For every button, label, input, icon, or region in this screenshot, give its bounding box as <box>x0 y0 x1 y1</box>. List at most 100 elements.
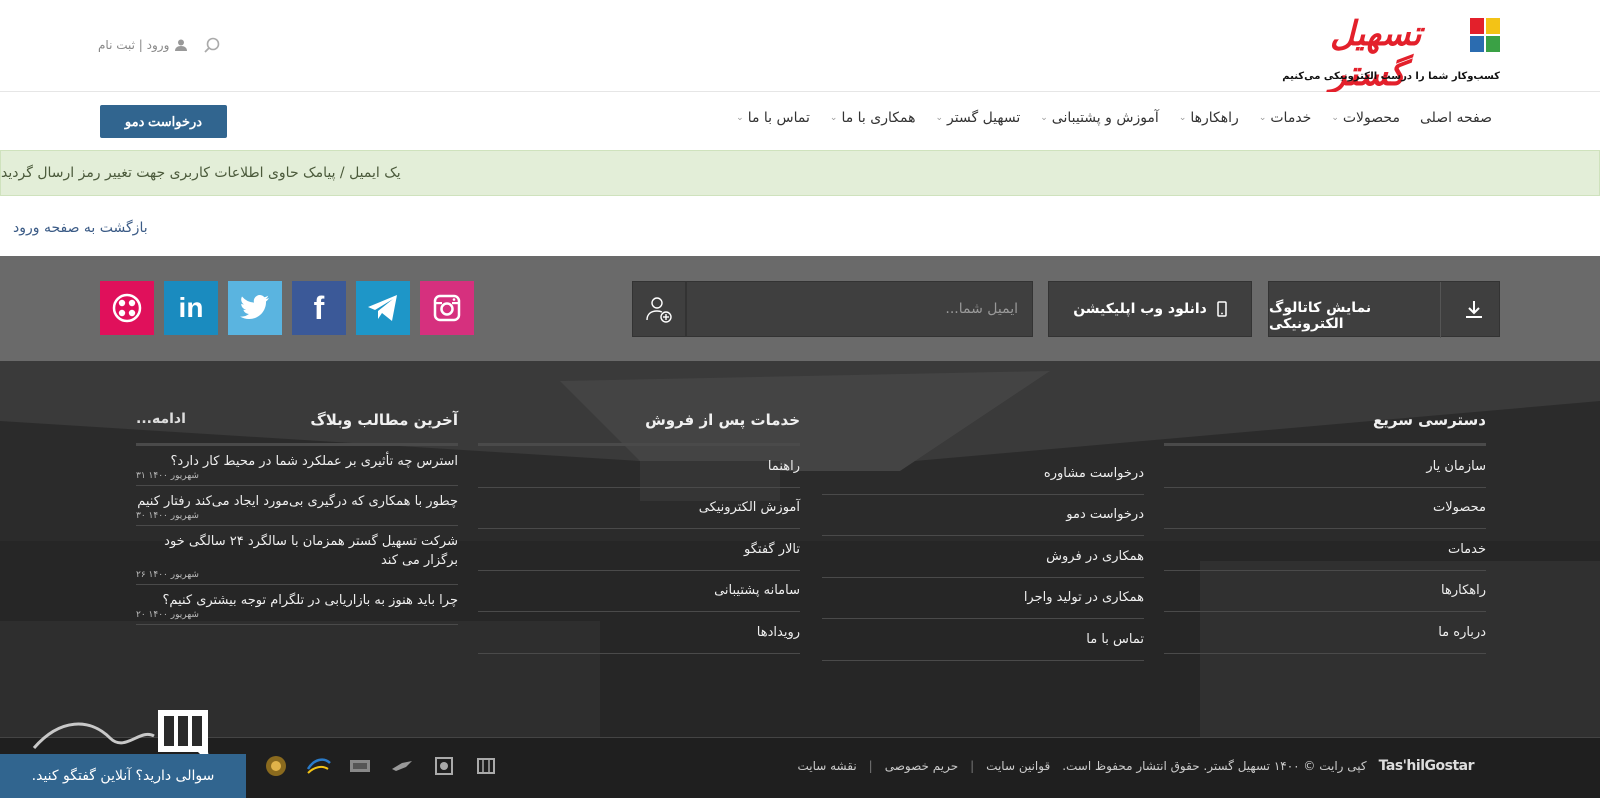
main-nav: صفحه اصلی محصولات ⌄ خدمات ⌄ راهکارها ⌄ آموز… <box>0 92 1600 148</box>
logo-tagline: کسب‌وکار شما را درست الکترونیکی می‌کنیم <box>1282 71 1500 82</box>
blog-post[interactable]: شرکت تسهیل گستر همزمان با سالگرد ۲۴ سالگ… <box>136 526 458 585</box>
footer-link[interactable]: خدمات <box>1164 529 1486 571</box>
trust-badges <box>262 752 500 780</box>
request-demo-button[interactable]: درخواست دمو <box>100 105 227 138</box>
footer-link[interactable]: سامانه پشتیبانی <box>478 571 800 612</box>
chevron-down-icon: ⌄ <box>1258 113 1267 123</box>
search-icon[interactable] <box>203 36 221 54</box>
footer-link[interactable]: راهنما <box>478 446 800 488</box>
aparat-link[interactable] <box>100 281 154 335</box>
footer-brand: Tas'hilGostar <box>1378 758 1475 774</box>
nav-item-home[interactable]: صفحه اصلی <box>1420 110 1492 126</box>
nav-item-solutions[interactable]: راهکارها ⌄ <box>1179 110 1239 126</box>
footer-link[interactable]: همکاری در فروش <box>822 536 1144 578</box>
badge-icon[interactable] <box>472 752 500 780</box>
copyright-text: کپی رایت © ۱۴۰۰ تسهیل گستر. حقوق انتشار … <box>1062 759 1367 773</box>
login-register-link[interactable]: ورود | ثبت نام <box>98 38 169 52</box>
add-user-icon <box>646 297 672 323</box>
linkedin-icon: in <box>178 292 204 323</box>
instagram-icon <box>433 294 461 322</box>
chevron-down-icon: ⌄ <box>935 113 944 123</box>
blog-post-title[interactable]: شرکت تسهیل گستر همزمان با سالگرد ۲۴ سالگ… <box>136 532 458 570</box>
blog-post-date: ۳۰ شهریور ۱۴۰۰ <box>136 511 199 521</box>
footer-link[interactable]: تماس با ما <box>822 619 1144 661</box>
footer-link[interactable]: درخواست دمو <box>822 495 1144 536</box>
chevron-down-icon: ⌄ <box>736 113 744 123</box>
footer-link[interactable]: راهکارها <box>1164 571 1486 612</box>
facebook-icon: f <box>313 289 325 326</box>
footer-actions-strip: نمایش کاتالوگ الکترونیکی دانلود وب اپلیک… <box>0 256 1600 361</box>
footer-link[interactable]: تالار گفتگو <box>478 529 800 571</box>
footer-link[interactable]: محصولات <box>1164 488 1486 529</box>
blog-post-title[interactable]: استرس چه تأثیری بر عملکرد شما در محیط کا… <box>136 452 459 471</box>
footer-link[interactable]: سازمان یار <box>1164 446 1486 488</box>
site-logo[interactable]: تسهیل گستر کسب‌وکار شما را درست الکترونی… <box>1282 14 1500 94</box>
footer-quick-access-2: درخواست مشاوره درخواست دمو همکاری در فرو… <box>822 453 1144 661</box>
footer-main: دسترسی سریع سازمان یار محصولات خدمات راه… <box>0 361 1600 737</box>
footer-link[interactable]: همکاری در تولید واجرا <box>822 578 1144 619</box>
footer-link[interactable]: آموزش الکترونیکی <box>478 488 800 529</box>
blog-post-title[interactable]: چرا باید هنوز به بازاریابی در تلگرام توج… <box>136 591 458 610</box>
badge-icon[interactable] <box>262 752 290 780</box>
email-input[interactable] <box>686 281 1033 337</box>
blog-post-date: ۲۰ شهریور ۱۴۰۰ <box>136 610 199 620</box>
footer-link[interactable]: درخواست مشاوره <box>822 453 1144 495</box>
blog-post-title[interactable]: چطور با همکاری که درگیری بی‌مورد ایجاد م… <box>136 492 458 511</box>
badge-icon[interactable] <box>346 752 374 780</box>
twitter-icon <box>240 295 269 320</box>
blog-post-date: ۲۶ شهریور ۱۴۰۰ <box>136 570 199 580</box>
catalog-button[interactable]: نمایش کاتالوگ الکترونیکی <box>1268 281 1500 338</box>
privacy-link[interactable]: حریم خصوصی <box>885 759 958 773</box>
success-alert: یک ایمیل / پیامک حاوی اطلاعات کاربری جهت… <box>0 150 1600 196</box>
logo-text: تسهیل گستر <box>1330 14 1422 94</box>
live-chat-label: سوالی دارید؟ آنلاین گفتگو کنید. <box>31 768 215 784</box>
twitter-link[interactable] <box>228 281 282 335</box>
social-links: in f <box>100 281 474 335</box>
badge-icon[interactable] <box>388 752 416 780</box>
site-rules-link[interactable]: قوانین سایت <box>986 759 1050 773</box>
nav-item-cooperation[interactable]: همکاری با ما ⌄ <box>830 110 916 126</box>
alert-message: یک ایمیل / پیامک حاوی اطلاعات کاربری جهت… <box>1 165 401 181</box>
download-app-button[interactable]: دانلود وب اپلیکیشن <box>1048 281 1252 337</box>
telegram-link[interactable] <box>356 281 410 335</box>
footer-blog: آخرین مطالب وبلاگ ادامه... استرس چه تأثی… <box>136 411 458 625</box>
top-header: تسهیل گستر کسب‌وکار شما را درست الکترونی… <box>0 0 1600 94</box>
chevron-down-icon: ⌄ <box>1331 113 1339 123</box>
live-chat-button[interactable]: سوالی دارید؟ آنلاین گفتگو کنید. <box>0 754 246 798</box>
nav-item-support[interactable]: آموزش و پشتیبانی ⌄ <box>1040 110 1159 126</box>
sitemap-link[interactable]: نقشه سایت <box>797 759 856 773</box>
mobile-icon <box>1217 301 1227 317</box>
blog-title: آخرین مطالب وبلاگ <box>310 411 458 429</box>
logo-mark-icon <box>1470 18 1500 52</box>
nav-item-services[interactable]: خدمات ⌄ <box>1259 110 1312 126</box>
facebook-link[interactable]: f <box>292 281 346 335</box>
divider <box>1440 282 1441 338</box>
aparat-icon <box>112 293 142 323</box>
blog-post[interactable]: چطور با همکاری که درگیری بی‌مورد ایجاد م… <box>136 486 458 526</box>
blog-post-date: ۳۱ شهریور ۱۴۰۰ <box>136 471 199 481</box>
blog-more-link[interactable]: ادامه... <box>136 411 186 429</box>
blog-header: آخرین مطالب وبلاگ ادامه... <box>136 411 458 446</box>
badge-icon[interactable] <box>430 752 458 780</box>
linkedin-link[interactable]: in <box>164 281 218 335</box>
blog-post[interactable]: چرا باید هنوز به بازاریابی در تلگرام توج… <box>136 585 458 625</box>
nav-item-contact[interactable]: تماس با ما ⌄ <box>736 110 810 126</box>
user-icon <box>175 39 188 51</box>
chevron-down-icon: ⌄ <box>1178 113 1187 123</box>
instagram-link[interactable] <box>420 281 474 335</box>
blog-post[interactable]: استرس چه تأثیری بر عملکرد شما در محیط کا… <box>136 446 458 486</box>
subscribe-button[interactable] <box>632 281 686 337</box>
footer-link[interactable]: رویدادها <box>478 612 800 654</box>
divider: | <box>970 759 975 773</box>
back-to-login-link[interactable]: بازگشت به صفحه ورود <box>13 220 148 236</box>
chevron-down-icon: ⌄ <box>1040 113 1048 123</box>
footer-link[interactable]: درباره ما <box>1164 612 1486 654</box>
nav-item-products[interactable]: محصولات ⌄ <box>1331 110 1400 126</box>
footer-quick-access: دسترسی سریع سازمان یار محصولات خدمات راه… <box>1164 411 1486 654</box>
badge-icon[interactable] <box>304 752 332 780</box>
nav-item-about[interactable]: تسهیل گستر ⌄ <box>935 110 1020 126</box>
quick-access-title: دسترسی سریع <box>1164 411 1486 446</box>
newsletter-form <box>632 281 1033 337</box>
download-icon <box>1466 301 1482 318</box>
footer-after-sales: خدمات پس از فروش راهنما آموزش الکترونیکی… <box>478 411 800 654</box>
